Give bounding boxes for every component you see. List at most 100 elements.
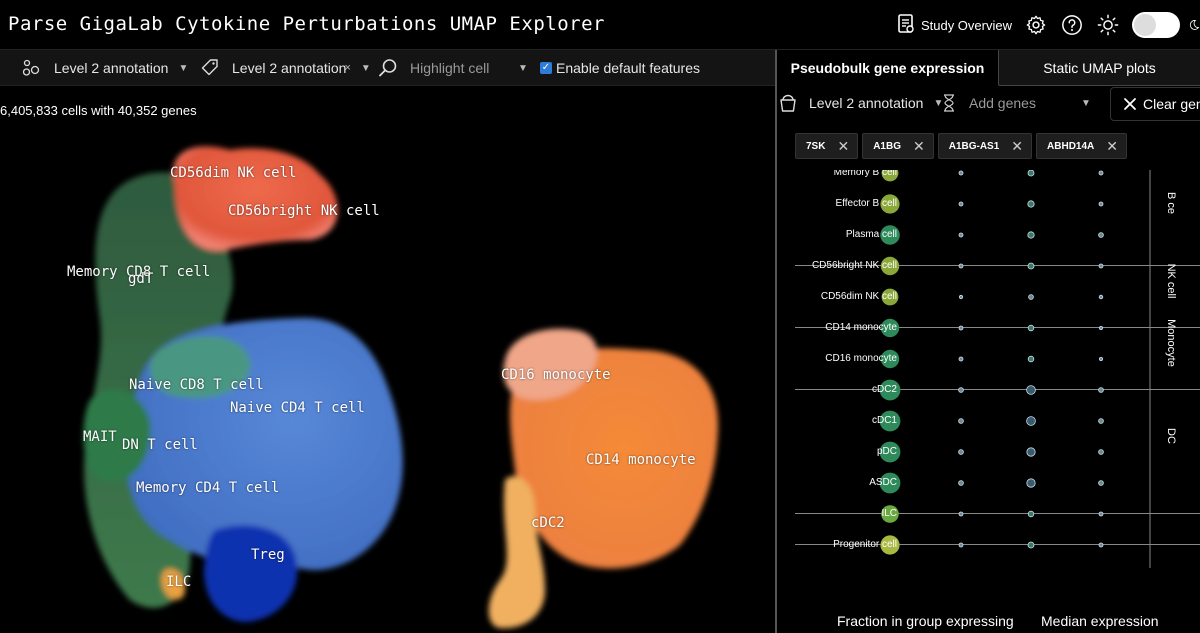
median-dot <box>1027 170 1035 177</box>
clear-genes-button[interactable]: Clear genes <box>1110 87 1200 121</box>
color-by-select[interactable]: Level 2 annotation ▼ <box>22 50 188 86</box>
group-label: Monocyte <box>1165 318 1177 367</box>
hourglass-icon <box>943 94 955 112</box>
umap-canvas <box>83 146 719 629</box>
median-dot <box>958 542 964 548</box>
label-ilc: ILC <box>166 574 192 590</box>
median-dot <box>1026 416 1036 426</box>
gene-chip-label: A1BG-AS1 <box>948 140 1000 152</box>
remove-gene-icon[interactable]: ✕ <box>1011 138 1023 155</box>
highlight-placeholder: Highlight cell <box>410 60 490 76</box>
median-dot <box>1098 170 1104 176</box>
sun-icon[interactable] <box>1096 13 1120 37</box>
gear-icon[interactable] <box>1024 13 1048 37</box>
label-cdc2: cDC2 <box>531 515 565 531</box>
row-label: pDC <box>876 446 897 457</box>
gene-chip[interactable]: 7SK ✕ <box>795 133 859 159</box>
median-dot <box>1098 418 1104 424</box>
panel-toolbar: Level 2 annotation ▼ Add genes ▼ Clear g… <box>777 86 1200 121</box>
label-cd16-monocyte: CD16 monocyte <box>501 367 611 383</box>
median-dot <box>1027 231 1035 239</box>
median-dot <box>1027 541 1035 549</box>
gene-chip-label: ABHD14A <box>1047 140 1095 152</box>
tab-pseudobulk[interactable]: Pseudobulk gene expression <box>777 50 999 86</box>
median-dot <box>1027 262 1035 270</box>
median-dot <box>1098 325 1103 330</box>
median-dot <box>1098 201 1104 207</box>
median-dot <box>1098 263 1104 269</box>
median-dot <box>1026 478 1036 488</box>
enable-default-checkbox[interactable]: ✓ <box>540 62 552 74</box>
row-label: ASDC <box>869 477 897 488</box>
chevron-down-icon: ▼ <box>178 62 189 74</box>
remove-gene-icon[interactable]: ✕ <box>1106 138 1118 155</box>
median-dot <box>958 201 964 207</box>
gene-chips: 7SK ✕ A1BG ✕ A1BG-AS1 ✕ ABHD14A ✕ <box>795 133 1127 159</box>
row-label: cDC1 <box>871 415 897 426</box>
remove-gene-icon[interactable]: ✕ <box>837 138 849 155</box>
median-dot <box>958 232 964 238</box>
median-dot <box>958 480 964 486</box>
row-label: ILC <box>881 508 897 519</box>
median-dot <box>958 356 964 362</box>
group-label: B ce <box>1165 191 1177 214</box>
label-gdt: gdT <box>128 271 154 287</box>
umap-plot[interactable]: 6,405,833 cells with 40,352 genes CD56di… <box>0 87 775 633</box>
median-dot <box>1027 355 1035 363</box>
median-dot <box>1027 510 1035 518</box>
study-overview-button[interactable]: Study Overview <box>896 13 1012 38</box>
median-dot <box>958 511 964 517</box>
median-dot <box>1098 542 1104 548</box>
label-memory-cd4: Memory CD4 T cell <box>136 480 280 496</box>
bucket-icon <box>779 93 797 113</box>
median-dot <box>1098 449 1104 455</box>
add-genes-dropdown[interactable]: ▼ <box>1081 86 1091 120</box>
group-label: NK cell <box>1165 263 1177 298</box>
theme-toggle[interactable] <box>1132 12 1180 38</box>
clear-label-icon[interactable]: × <box>344 62 350 74</box>
search-icon <box>378 58 398 78</box>
app-title: Parse GigaLab Cytokine Perturbations UMA… <box>8 13 605 35</box>
row-label: CD16 monocyte <box>825 353 897 364</box>
help-icon[interactable] <box>1060 13 1084 37</box>
tab-static-umap[interactable]: Static UMAP plots <box>999 50 1200 86</box>
row-label: cDC2 <box>871 384 897 395</box>
tag-icon <box>200 58 220 78</box>
remove-gene-icon[interactable]: ✕ <box>913 138 925 155</box>
median-dot <box>958 325 964 331</box>
enable-default-features[interactable]: ✓ Enable default features <box>540 50 700 86</box>
label-naive-cd8: Naive CD8 T cell <box>129 377 264 393</box>
label-naive-cd4: Naive CD4 T cell <box>230 400 365 416</box>
median-dot <box>958 263 964 269</box>
group-by-select[interactable]: Level 2 annotation ▼ <box>779 86 943 120</box>
dot-plot[interactable]: Memory B cell Effector B cell Plasma cell C… <box>795 170 1200 568</box>
enable-default-label: Enable default features <box>556 60 700 76</box>
median-dot <box>1027 324 1035 332</box>
median-dot <box>1027 200 1035 208</box>
median-dot <box>1026 385 1036 395</box>
label-cd56dim: CD56dim NK cell <box>170 165 297 181</box>
document-icon <box>896 13 916 38</box>
median-dot <box>1098 356 1103 361</box>
median-dot <box>1098 511 1104 517</box>
label-by-value: Level 2 annotation <box>232 60 347 76</box>
row-label: Memory B cell <box>833 170 897 178</box>
chevron-down-icon: ▼ <box>933 97 944 109</box>
cluster-treg <box>204 525 298 622</box>
gene-chip[interactable]: A1BG-AS1 ✕ <box>937 133 1033 159</box>
close-icon <box>1123 97 1137 111</box>
chevron-down-icon: ▼ <box>360 62 371 74</box>
highlight-cell-input[interactable]: Highlight cell <box>378 50 489 86</box>
highlight-dropdown[interactable]: ▼ <box>518 50 528 86</box>
color-by-value: Level 2 annotation <box>54 60 169 76</box>
row-label: CD56dim NK cell <box>820 291 897 302</box>
add-genes-placeholder: Add genes <box>969 95 1036 111</box>
label-by-select[interactable]: Level 2 annotation × ▼ <box>200 50 371 86</box>
chevron-down-icon: ▼ <box>518 62 528 74</box>
gene-chip[interactable]: A1BG ✕ <box>862 133 934 159</box>
moon-icon[interactable] <box>1188 13 1200 37</box>
add-genes-input[interactable]: Add genes <box>943 86 1036 120</box>
median-legend-label: Median expression <box>1041 613 1159 629</box>
gene-chip[interactable]: ABHD14A ✕ <box>1036 133 1127 159</box>
median-dot <box>958 294 964 300</box>
